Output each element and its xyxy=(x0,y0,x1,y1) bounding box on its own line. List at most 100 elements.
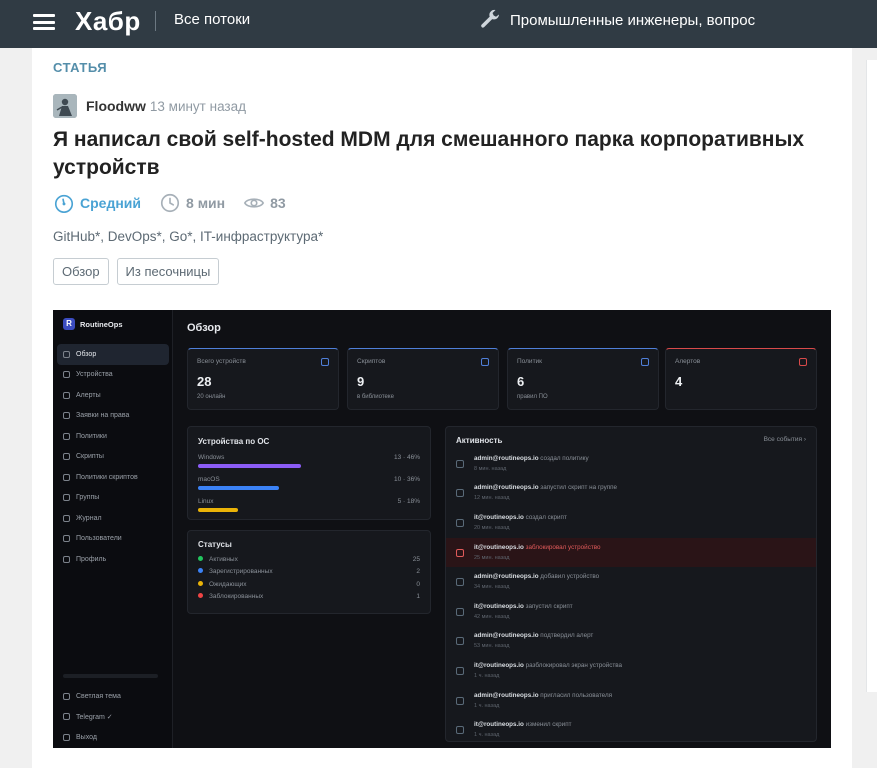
status-dot xyxy=(198,593,203,599)
dashboard-nav: Обзор Устройства Алерты Заявки на права Поли… xyxy=(57,344,169,570)
avatar[interactable] xyxy=(53,94,77,118)
activity-text: admin@routineops.io пригласил пользовате… xyxy=(474,691,612,711)
dashboard-nav-item[interactable]: Заявки на права xyxy=(57,406,169,427)
dashboard-nav-item[interactable]: Обзор xyxy=(57,344,169,365)
activity-user: admin@routineops.io xyxy=(474,484,539,492)
activity-action: подтвердил алерт xyxy=(538,632,594,640)
all-events-link[interactable]: Все события › xyxy=(764,436,806,445)
dashboard-nav-item[interactable]: Профиль xyxy=(57,549,169,570)
activity-time: 1 ч. назад xyxy=(474,702,500,709)
tag-review[interactable]: Обзор xyxy=(53,258,109,285)
activity-title: Активность xyxy=(456,436,503,445)
dashboard-nav-item[interactable]: Журнал xyxy=(57,508,169,529)
dashboard-nav-item[interactable]: Устройства xyxy=(57,365,169,386)
dashboard-title: Обзор xyxy=(187,322,221,334)
dashboard-bottom-item[interactable]: Telegram ✓ xyxy=(63,707,163,728)
status-count: 0 xyxy=(416,580,420,588)
activity-item[interactable]: admin@routineops.io добавил устройство 34… xyxy=(446,567,816,597)
sidebar-edge xyxy=(866,60,877,692)
activity-time: 42 мин. назад xyxy=(474,613,510,620)
dashboard-nav-item[interactable]: Алерты xyxy=(57,385,169,406)
os-rows: Windows 13 · 46% macOS 10 · 36% Linux 5 · 18% xyxy=(198,454,420,512)
activity-icon xyxy=(456,459,464,468)
activity-item[interactable]: admin@routineops.io пригласил пользовате… xyxy=(446,686,816,716)
read-time-value: 8 мин xyxy=(186,195,226,211)
activity-text: it@routineops.io создал скрипт 20 мин. на… xyxy=(474,513,567,533)
gauge-icon xyxy=(54,194,74,213)
os-name: macOS xyxy=(198,476,220,483)
nav-label: Обзор xyxy=(76,350,97,358)
hubs-list[interactable]: GitHub*, DevOps*, Go*, IT-инфраструктура… xyxy=(53,229,323,244)
nav-icon xyxy=(63,535,70,543)
stat-card: Политик 6 правил ПО xyxy=(507,348,659,410)
author-name[interactable]: Floodww xyxy=(86,98,146,114)
top-navbar: Хабр Все потоки Промышленные инженеры, в… xyxy=(0,0,877,48)
activity-text: it@routineops.io изменил скрипт 1 ч. наза… xyxy=(474,720,572,740)
activity-user: admin@routineops.io xyxy=(474,691,539,699)
article-card: СТАТЬЯ Floodww 13 минут назад Я написал … xyxy=(32,48,852,768)
stat-value: 9 xyxy=(357,374,365,389)
dashboard-bottom-item[interactable]: Выход xyxy=(63,727,163,748)
activity-item[interactable]: it@routineops.io создал скрипт 20 мин. на… xyxy=(446,508,816,538)
activity-item[interactable]: it@routineops.io заблокировал устройство… xyxy=(446,537,816,568)
activity-time: 25 мин. назад xyxy=(474,554,510,561)
activity-action: изменил скрипт xyxy=(523,721,572,729)
dashboard-bottom-nav: Светлая тема Telegram ✓ Выход xyxy=(63,686,163,748)
activity-action: запустил скрипт xyxy=(523,602,573,610)
stat-label: Политик xyxy=(517,358,543,365)
activity-icon xyxy=(456,696,464,705)
article-title[interactable]: Я написал свой self-hosted MDM для смеша… xyxy=(53,126,813,182)
nav-label: Выход xyxy=(76,733,97,741)
dashboard-nav-item[interactable]: Скрипты xyxy=(57,447,169,468)
activity-time: 8 мин. назад xyxy=(474,465,507,472)
activity-item[interactable]: admin@routineops.io подтвердил алерт 53 м… xyxy=(446,627,816,657)
activity-time: 34 мин. назад xyxy=(474,584,510,591)
nav-label: Политики xyxy=(76,432,107,440)
nav-icon xyxy=(63,514,70,522)
status-name: Заблокированных xyxy=(198,593,263,600)
stat-value: 6 xyxy=(517,374,525,389)
activity-item[interactable]: admin@routineops.io создал политику 8 мин… xyxy=(446,449,816,479)
dashboard-nav-item[interactable]: Пользователи xyxy=(57,529,169,550)
activity-time: 1 ч. назад xyxy=(474,672,500,679)
activity-item[interactable]: it@routineops.io запустил скрипт 42 мин. … xyxy=(446,597,816,627)
header-divider xyxy=(155,11,156,31)
dashboard-nav-item[interactable]: Группы xyxy=(57,488,169,509)
stat-card: Алертов 4 xyxy=(665,348,817,410)
dashboard-nav-item[interactable]: Политики скриптов xyxy=(57,467,169,488)
views-value: 83 xyxy=(270,195,286,211)
activity-header: Активность Все события › xyxy=(446,427,816,449)
nav-icon xyxy=(63,453,70,461)
nav-icon xyxy=(63,713,70,721)
all-flows-link[interactable]: Все потоки xyxy=(174,11,250,28)
activity-item[interactable]: it@routineops.io разблокировал экран уст… xyxy=(446,656,816,686)
brand-name: RoutineOps xyxy=(80,319,123,329)
menu-icon[interactable] xyxy=(33,12,55,32)
activity-item[interactable]: admin@routineops.io запустил скрипт на г… xyxy=(446,479,816,509)
status-dot xyxy=(198,568,203,574)
stat-icon xyxy=(481,358,489,366)
site-logo[interactable]: Хабр xyxy=(75,6,141,37)
tag-sandbox[interactable]: Из песочницы xyxy=(116,258,220,285)
promo-link[interactable]: Промышленные инженеры, вопрос xyxy=(478,8,755,32)
sidebar-user-placeholder xyxy=(63,674,158,678)
nav-icon xyxy=(63,473,70,481)
wrench-icon xyxy=(481,9,499,28)
nav-label: Устройства xyxy=(76,371,113,379)
activity-text: admin@routineops.io создал политику 8 мин… xyxy=(474,454,589,474)
tags-row: Обзор Из песочницы xyxy=(53,258,220,285)
nav-label: Алерты xyxy=(76,391,101,399)
activity-item[interactable]: it@routineops.io изменил скрипт 1 ч. наза… xyxy=(446,715,816,745)
stat-icon xyxy=(799,358,807,366)
activity-text: it@routineops.io заблокировал устройство… xyxy=(474,543,601,563)
activity-action: заблокировал устройство xyxy=(523,543,601,551)
status-name: Зарегистрированных xyxy=(198,568,273,575)
dashboard-bottom-item[interactable]: Светлая тема xyxy=(63,686,163,707)
os-bar xyxy=(198,486,279,490)
nav-label: Светлая тема xyxy=(76,692,121,700)
article-meta: Средний 8 мин 83 xyxy=(53,192,304,214)
nav-icon xyxy=(63,371,70,379)
activity-icon xyxy=(456,548,464,557)
dashboard-nav-item[interactable]: Политики xyxy=(57,426,169,447)
activity-icon xyxy=(456,578,464,587)
